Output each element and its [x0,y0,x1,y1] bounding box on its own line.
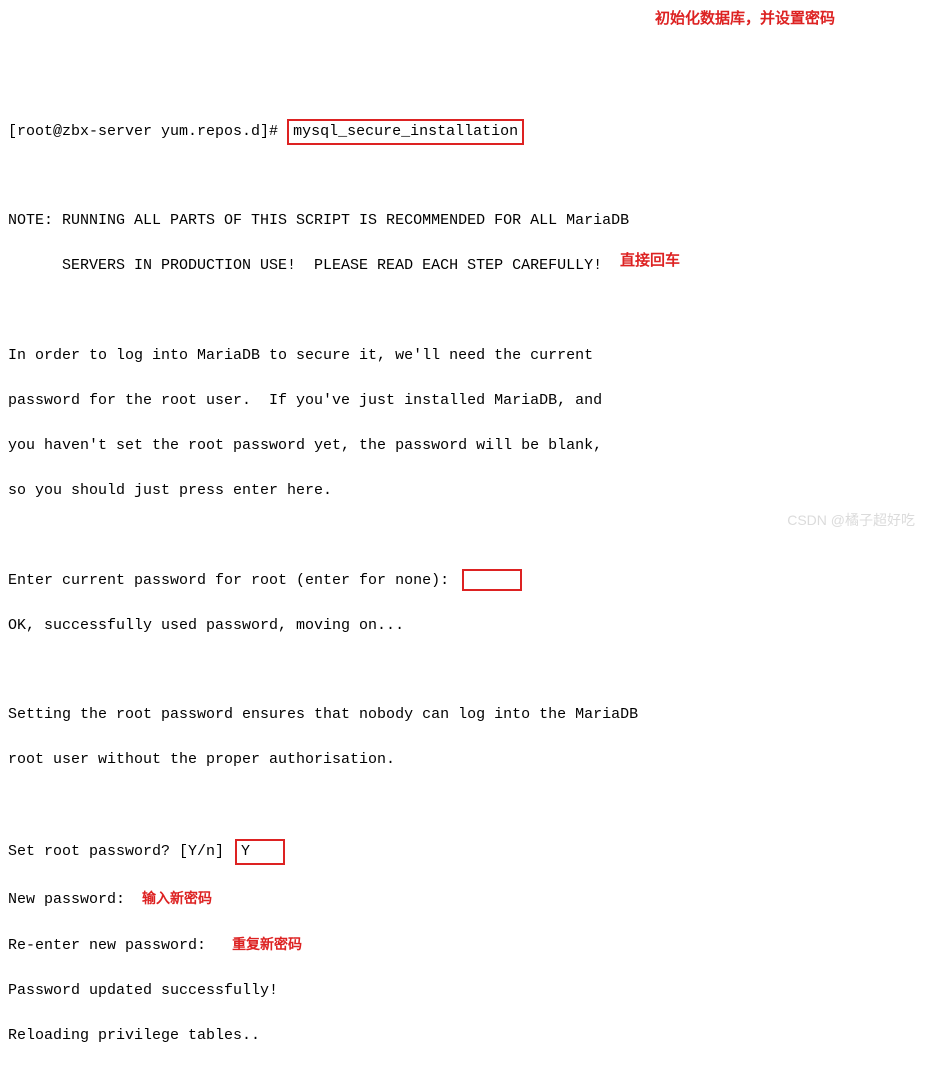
password-updated: Password updated successfully! [8,980,917,1003]
set-root-prompt: Set root password? [Y/n] [8,843,233,860]
new-password-prompt: New password: [8,891,134,908]
reloading: Reloading privilege tables.. [8,1025,917,1048]
command-highlight-box: mysql_secure_installation [287,119,524,146]
para1-line2: password for the root user. If you've ju… [8,390,917,413]
para2-line1: Setting the root password ensures that n… [8,704,917,727]
prompt: [root@zbx-server yum.repos.d]# [8,123,278,140]
annotation-reenter: 重复新密码 [232,936,302,952]
para1-line4: so you should just press enter here. [8,480,917,503]
annotation-enter-hint: 直接回车 [620,250,680,273]
watermark: CSDN @橘子超好吃 [787,510,915,531]
terminal-output: [root@zbx-server yum.repos.d]# mysql_sec… [8,98,917,1074]
ok-password: OK, successfully used password, moving o… [8,615,917,638]
command: mysql_secure_installation [293,123,518,140]
empty-input-box [462,569,522,591]
note-line-1: NOTE: RUNNING ALL PARTS OF THIS SCRIPT I… [8,210,917,233]
para2-line2: root user without the proper authorisati… [8,749,917,772]
note-line-2: SERVERS IN PRODUCTION USE! PLEASE READ E… [8,255,917,278]
annotation-top-right: 初始化数据库，并设置密码 [655,8,835,31]
reenter-password-prompt: Re-enter new password: [8,937,215,954]
y-answer-box: Y [235,839,285,866]
enter-password-prompt: Enter current password for root (enter f… [8,572,458,589]
para1-line1: In order to log into MariaDB to secure i… [8,345,917,368]
annotation-new-password: 输入新密码 [142,890,212,906]
success: ... Success! [8,1070,917,1074]
para1-line3: you haven't set the root password yet, t… [8,435,917,458]
